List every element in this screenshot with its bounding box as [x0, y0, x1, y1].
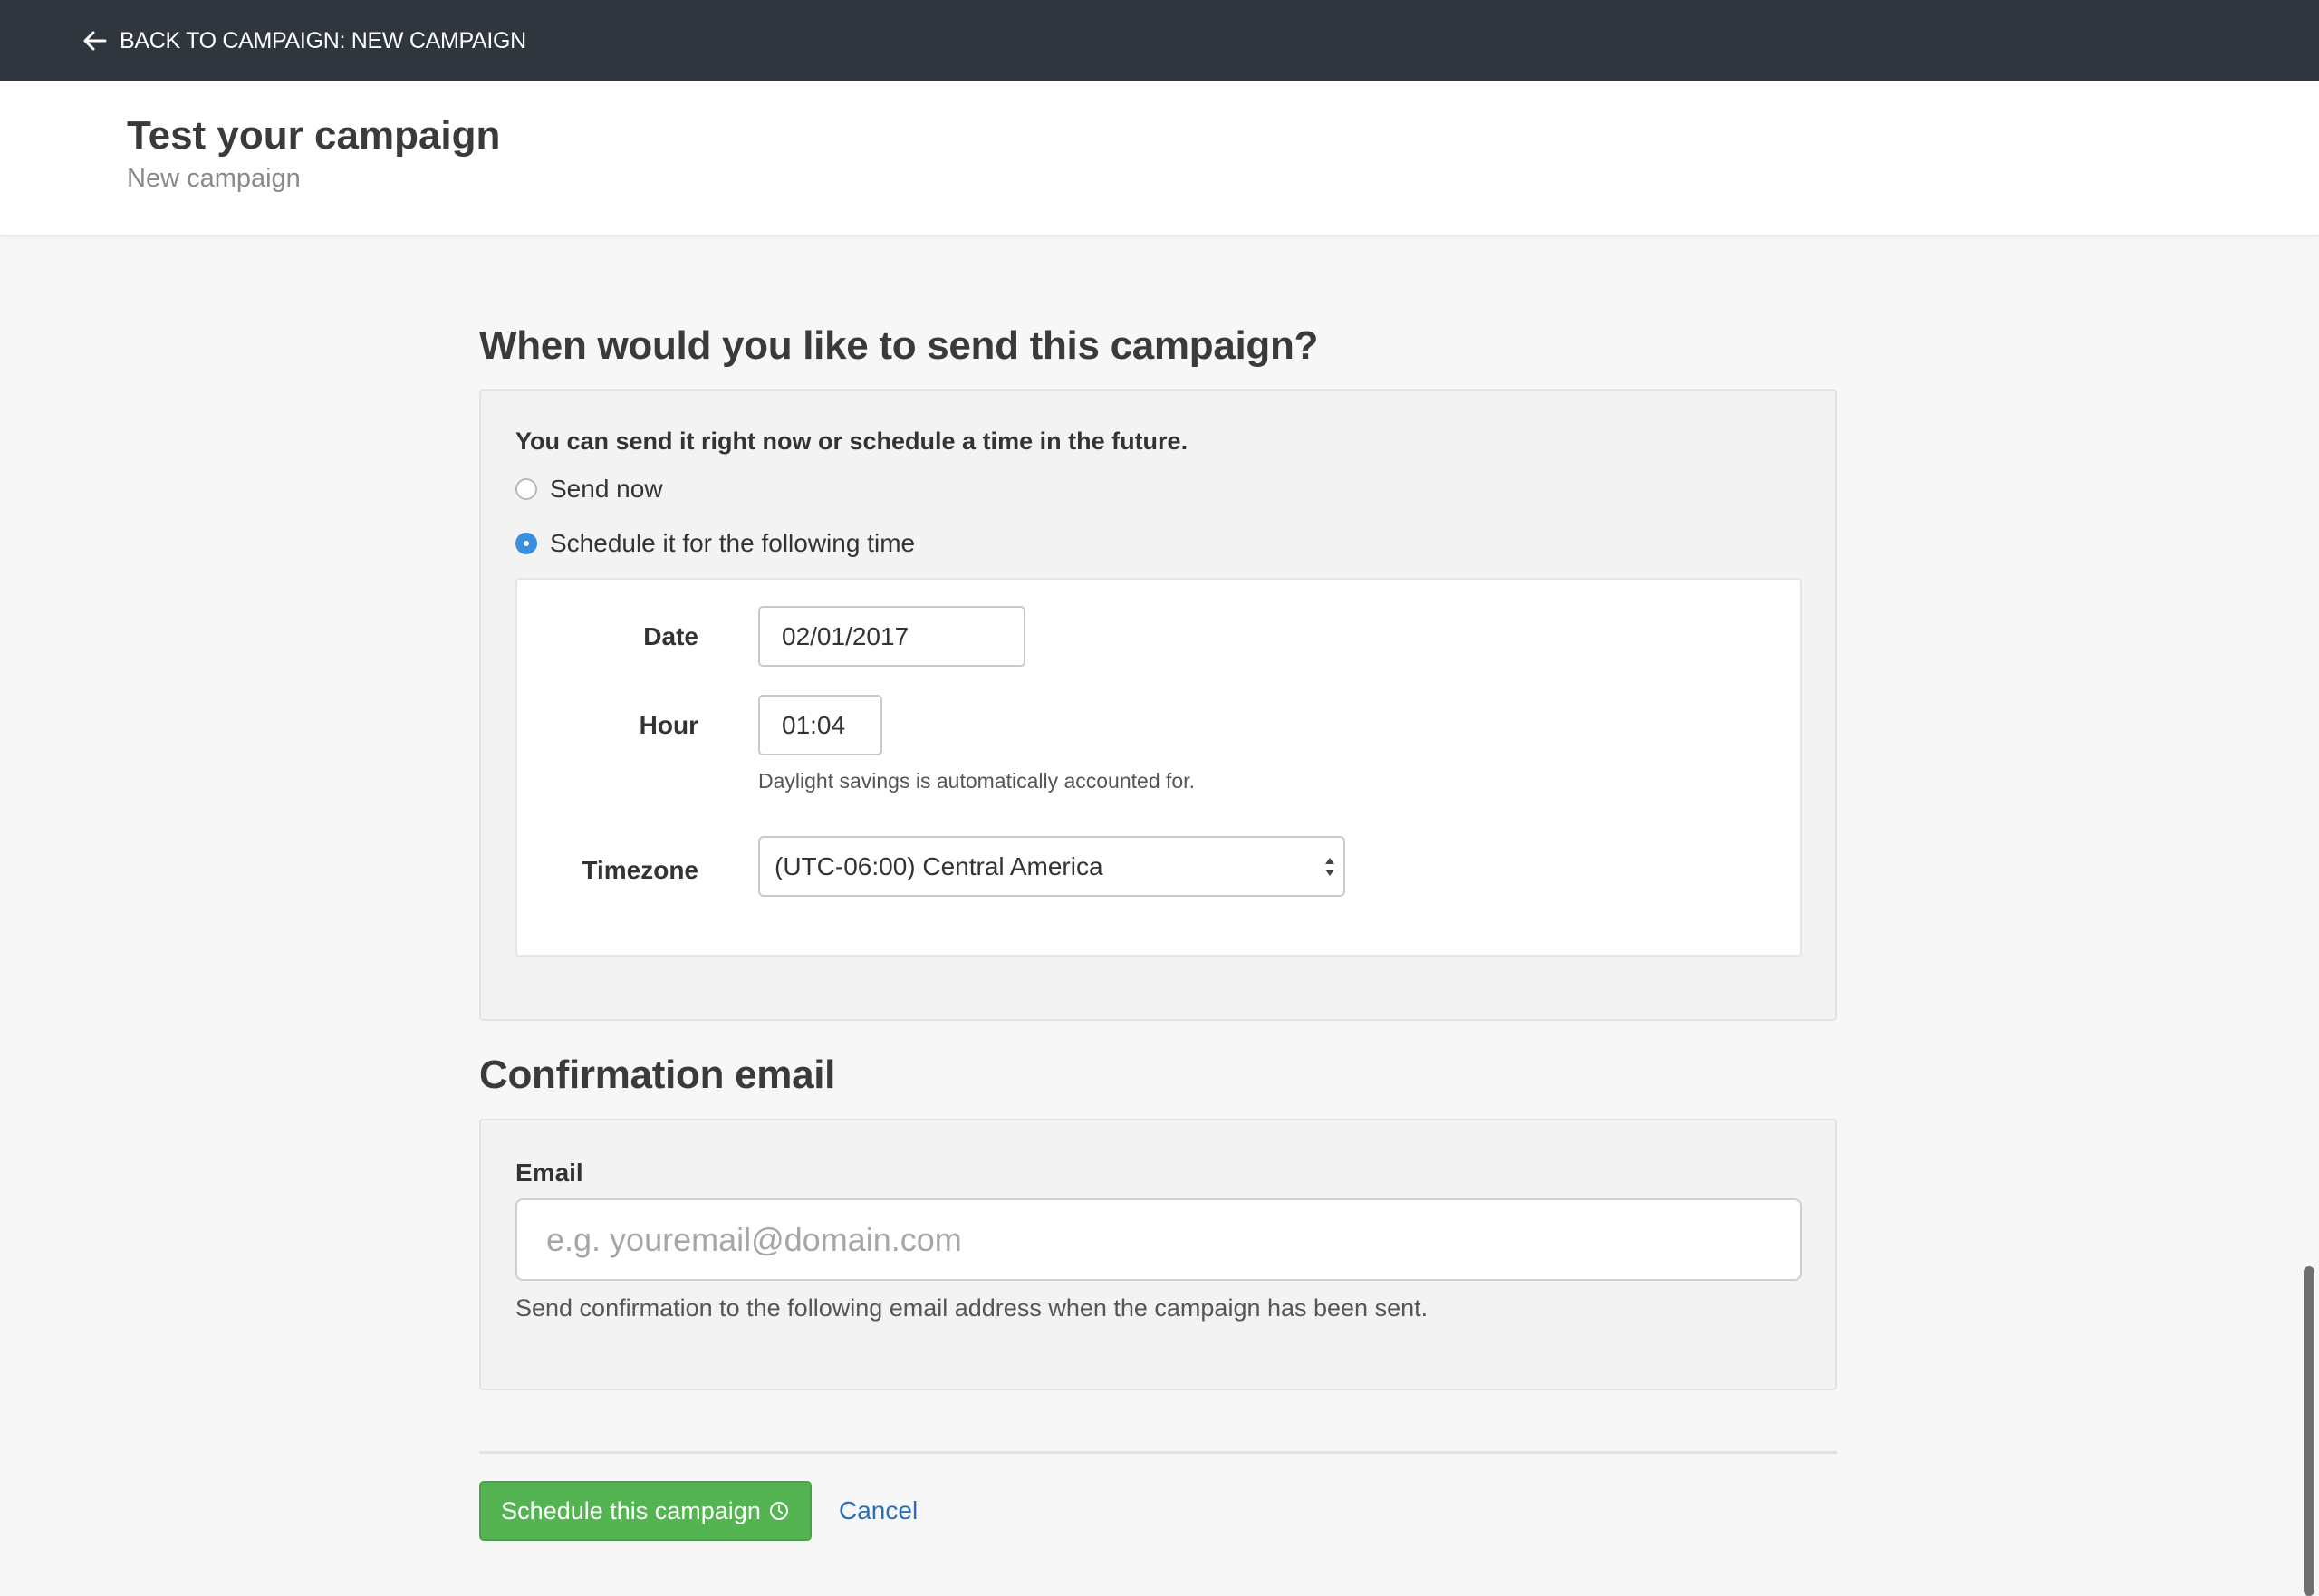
timezone-label: Timezone: [582, 856, 698, 884]
scrollbar-thumb[interactable]: [2304, 1266, 2314, 1596]
confirmation-panel: Email Send confirmation to the following…: [479, 1119, 1837, 1390]
timezone-select[interactable]: (UTC-06:00) Central America: [758, 836, 1345, 897]
arrow-left-icon: [80, 25, 111, 56]
schedule-details-box: Date 02/01/2017 Hour 01:04 Daylight savi…: [515, 578, 1802, 957]
email-field[interactable]: [515, 1198, 1802, 1281]
send-now-radio[interactable]: [515, 478, 537, 500]
hour-label: Hour: [639, 711, 698, 739]
email-label: Email: [515, 1159, 583, 1187]
schedule-section-title: When would you like to send this campaig…: [479, 323, 1319, 368]
schedule-intro: You can send it right now or schedule a …: [515, 428, 1188, 455]
page-title: Test your campaign: [127, 113, 501, 158]
send-now-label: Send now: [550, 475, 663, 503]
timezone-selected-value: (UTC-06:00) Central America: [775, 851, 1103, 880]
select-arrows-icon: [1325, 858, 1334, 876]
actions-divider: [479, 1451, 1837, 1454]
schedule-campaign-button[interactable]: Schedule this campaign: [479, 1481, 812, 1541]
page-subtitle: New campaign: [127, 164, 301, 193]
clock-icon: [769, 1502, 788, 1520]
schedule-panel: You can send it right now or schedule a …: [479, 389, 1837, 1021]
schedule-later-option[interactable]: Schedule it for the following time: [515, 529, 915, 558]
schedule-later-label: Schedule it for the following time: [550, 529, 916, 557]
schedule-later-radio[interactable]: [515, 533, 537, 554]
send-now-option[interactable]: Send now: [515, 475, 663, 504]
hour-help-text: Daylight savings is automatically accoun…: [758, 769, 1195, 793]
page-header: Test your campaign New campaign: [0, 81, 2319, 236]
date-input[interactable]: 02/01/2017: [758, 606, 1025, 667]
back-link-label: BACK TO CAMPAIGN: NEW CAMPAIGN: [120, 27, 526, 53]
hour-input[interactable]: 01:04: [758, 695, 882, 755]
schedule-button-label: Schedule this campaign: [501, 1496, 761, 1524]
email-help-text: Send confirmation to the following email…: [515, 1294, 1429, 1322]
confirmation-section-title: Confirmation email: [479, 1053, 836, 1097]
cancel-link[interactable]: Cancel: [839, 1496, 918, 1525]
date-label: Date: [643, 622, 698, 650]
back-to-campaign-link[interactable]: BACK TO CAMPAIGN: NEW CAMPAIGN: [80, 25, 526, 56]
top-bar: BACK TO CAMPAIGN: NEW CAMPAIGN: [0, 0, 2319, 81]
